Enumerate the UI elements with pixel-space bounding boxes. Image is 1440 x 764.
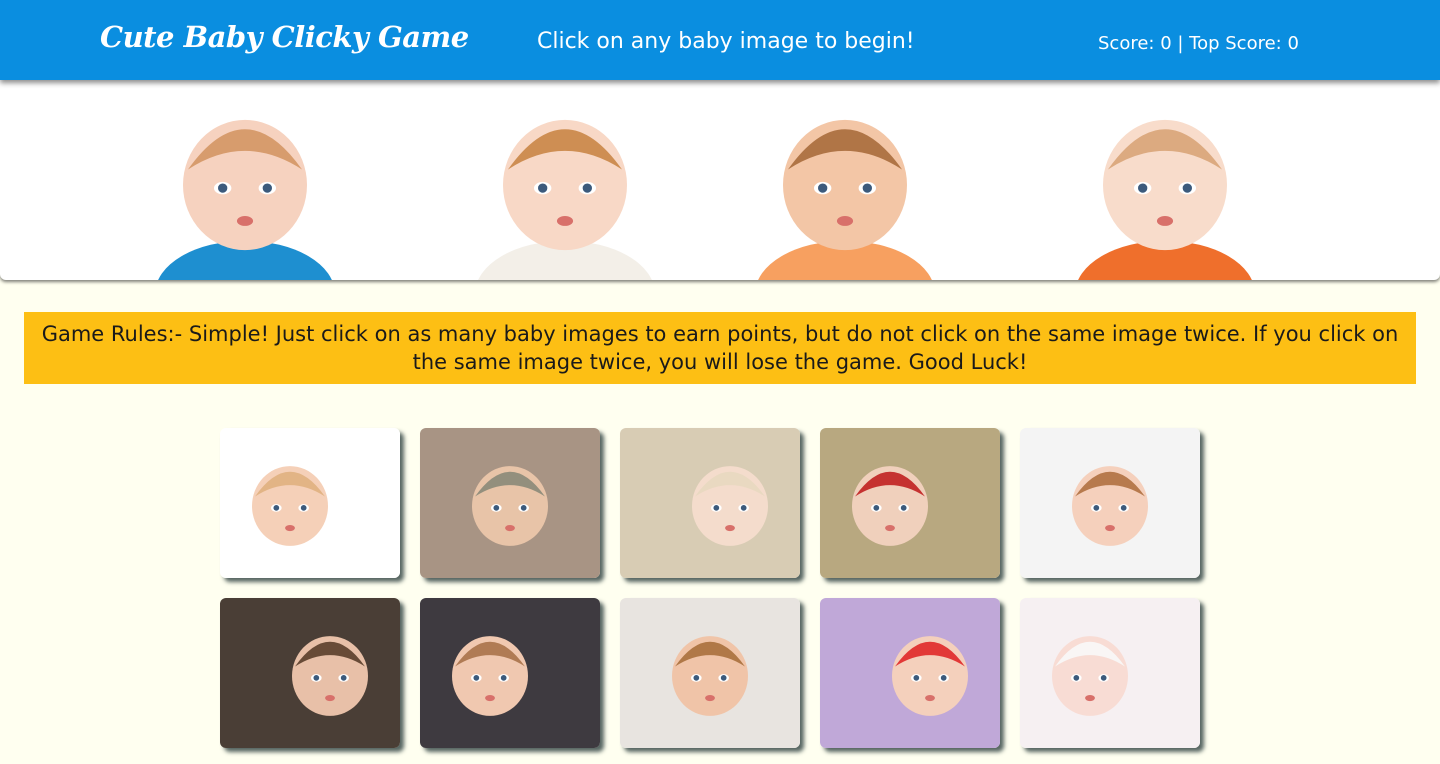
baby-image-card[interactable] [620,428,800,578]
baby-in-santa-hat-image [820,598,1000,748]
baby-in-orange-pattern-image [1078,119,1252,280]
image-grid [220,428,1200,748]
baby-in-white-headband-image [1020,598,1200,748]
baby-in-white-shirt-image [478,119,652,280]
baby-in-red-crochet-hat-image [820,428,1000,578]
navbar: Cute Baby Clicky Game Click on any baby … [0,0,1440,80]
hero-banner [0,80,1440,280]
baby-in-blue-overalls-image [158,119,332,280]
score-display: Score: 0 | Top Score: 0 [1098,33,1299,54]
baby-image-card[interactable] [820,598,1000,748]
girl-long-hair-image [420,598,600,748]
baby-image-card[interactable] [220,428,400,578]
toddler-girl-with-bow-image [220,598,400,748]
baby-image-card[interactable] [620,598,800,748]
game-rules-text: Game Rules:- Simple! Just click on as ma… [41,322,1399,374]
baby-image-card[interactable] [1020,598,1200,748]
smiling-curly-child-image [620,598,800,748]
game-status-message: Click on any baby image to begin! [537,29,915,54]
brand-title[interactable]: Cute Baby Clicky Game [100,20,469,54]
baby-kissing-face-image [220,428,400,578]
baby-image-card[interactable] [420,428,600,578]
baby-in-knit-hat-image [420,428,600,578]
baby-on-fur-rug-image [620,428,800,578]
baby-in-orange-shirt-image [758,119,932,280]
baby-image-card[interactable] [1020,428,1200,578]
baby-image-card[interactable] [820,428,1000,578]
baby-image-card[interactable] [220,598,400,748]
girl-with-flowers-image [1020,428,1200,578]
baby-image-card[interactable] [420,598,600,748]
game-rules-banner: Game Rules:- Simple! Just click on as ma… [24,312,1416,384]
